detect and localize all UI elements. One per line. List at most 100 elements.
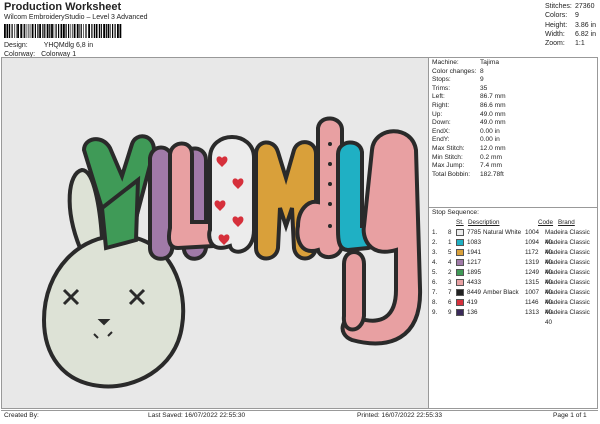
design-value: YHQMdlg 6,8 in	[43, 42, 94, 49]
row-description: Natural White	[483, 229, 522, 236]
color-swatch	[456, 239, 464, 246]
row-description	[483, 258, 525, 268]
row-index: 4.	[432, 259, 438, 266]
row-brand: Madeira Classic 40	[545, 289, 590, 306]
info-row: Color changes: 8	[432, 67, 484, 75]
info-row: Left: 86.7 mm	[432, 93, 506, 101]
row-description	[483, 268, 525, 278]
col-code: Code	[538, 219, 554, 226]
row-stop: 2	[448, 269, 452, 276]
col-st: St.	[456, 219, 464, 226]
info-row: Right: 86.6 mm	[432, 101, 506, 109]
row-description	[483, 298, 525, 308]
table-row: 2. 1 1083 1094 Madeira Classic 40	[432, 238, 598, 256]
embroidery-design	[41, 116, 423, 389]
color-swatch	[456, 289, 464, 296]
row-color-code: 4433	[467, 279, 482, 286]
row-color-code: 1895	[467, 269, 482, 276]
col-brand: Brand	[558, 219, 575, 226]
table-row: 5. 2 1895 1249 Madeira Classic 40	[432, 268, 598, 286]
info-row: Machine: Tajima	[432, 59, 500, 66]
table-row: 4. 4 1217 1319 Madeira Classic 40	[432, 258, 598, 276]
letter-q	[207, 135, 256, 254]
table-row: 9. 9 136 1313 Madeira Classic 40	[432, 308, 598, 326]
row-code: 1319	[525, 259, 540, 266]
row-description	[483, 238, 525, 248]
stop-sequence-title: Stop Sequence:	[432, 209, 479, 216]
row-brand: Madeira Classic 40	[545, 299, 590, 316]
color-swatch	[456, 299, 464, 306]
col-description: Description	[468, 219, 500, 226]
color-swatch	[456, 309, 464, 316]
row-brand: Madeira Classic 40	[545, 229, 590, 246]
table-row: 1. 8 7785 Natural White 1004 Madeira Classic …	[432, 228, 598, 246]
info-row: Trims: 35	[432, 84, 488, 92]
stop-sequence-table: St. Description Code Brand 1. 8 7785 Natura…	[432, 218, 598, 326]
row-description: Amber Black	[483, 289, 519, 296]
last-saved: Last Saved: 16/07/2022 22:55:30	[148, 412, 246, 419]
table-row: 8. 6 419 1146 Madeira Classic 40	[432, 298, 598, 316]
row-stop: 7	[448, 289, 452, 296]
software-subtitle: Wilcom EmbroideryStudio – Level 3 Advanc…	[4, 14, 148, 21]
row-color-code: 1217	[467, 259, 482, 266]
row-code: 1004	[525, 229, 540, 236]
row-code: 1315	[525, 279, 540, 286]
row-stop: 1	[448, 239, 452, 246]
stat-row: Zoom: 1:1	[545, 40, 585, 48]
machine-info: Machine: Tajima Color changes: 8 Stops: 9 T…	[432, 59, 598, 179]
color-swatch	[456, 269, 464, 276]
row-color-code: 419	[467, 299, 478, 306]
row-index: 3.	[432, 249, 438, 256]
info-row: Total Bobbin: 182.78ft	[432, 170, 504, 178]
divider	[429, 207, 598, 208]
summary-stats: Stitches: 27360 Colors: 9 Height: 3.86 in W…	[545, 2, 596, 48]
row-stop: 6	[448, 299, 452, 306]
row-color-code: 8449	[467, 289, 482, 296]
stat-row: Width: 6.82 in	[545, 30, 597, 38]
row-index: 7.	[432, 289, 438, 296]
row-stop: 8	[448, 229, 452, 236]
table-row: 7. 7 8449 Amber Black 1007 Madeira Classic 40	[432, 288, 598, 306]
table-row: 6. 3 4433 1315 Madeira Classic 40	[432, 278, 598, 296]
row-description	[483, 248, 525, 258]
row-index: 6.	[432, 279, 438, 286]
row-brand: Madeira Classic 40	[545, 239, 590, 256]
info-row: EndX: 0.00 in	[432, 127, 500, 135]
row-description	[483, 308, 525, 318]
info-row: Down: 49.0 mm	[432, 119, 506, 127]
info-row: EndY: 0.00 in	[432, 136, 500, 144]
row-index: 2.	[432, 239, 438, 246]
stat-row: Height: 3.86 in	[545, 21, 597, 29]
row-color-code: 1083	[467, 239, 482, 246]
info-row: Up: 49.0 mm	[432, 110, 506, 118]
barcode	[4, 24, 122, 38]
info-row: Stops: 9	[432, 76, 484, 84]
footer-divider	[1, 410, 598, 411]
design-preview	[2, 58, 429, 408]
color-swatch	[456, 249, 464, 256]
row-stop: 9	[448, 309, 452, 316]
row-brand: Madeira Classic 40	[545, 249, 590, 266]
page-number: Page 1 of 1	[553, 412, 587, 419]
worksheet-title: Production Worksheet	[4, 1, 122, 13]
color-swatch	[456, 279, 464, 286]
stat-row: Stitches: 27360	[545, 3, 595, 10]
info-row: Max Stitch: 12.0 mm	[432, 144, 506, 152]
table-header: St. Description Code Brand	[432, 218, 598, 228]
row-brand: Madeira Classic 40	[545, 269, 590, 286]
info-row: Min Stitch: 0.2 mm	[432, 153, 502, 161]
row-index: 1.	[432, 229, 438, 236]
row-code: 1249	[525, 269, 540, 276]
row-stop: 4	[448, 259, 452, 266]
row-code: 1007	[525, 289, 540, 296]
info-row: Max Jump: 7.4 mm	[432, 162, 502, 170]
created-by: Created By:	[4, 412, 39, 419]
design-label: Design:	[4, 42, 28, 49]
table-row: 3. 5 1941 1172 Madeira Classic 40	[432, 248, 598, 266]
stat-row: Colors: 9	[545, 12, 579, 20]
row-index: 5.	[432, 269, 438, 276]
color-swatch	[456, 259, 464, 266]
row-color-code: 1941	[467, 249, 482, 256]
row-color-code: 136	[467, 309, 478, 316]
row-stop: 5	[448, 249, 452, 256]
